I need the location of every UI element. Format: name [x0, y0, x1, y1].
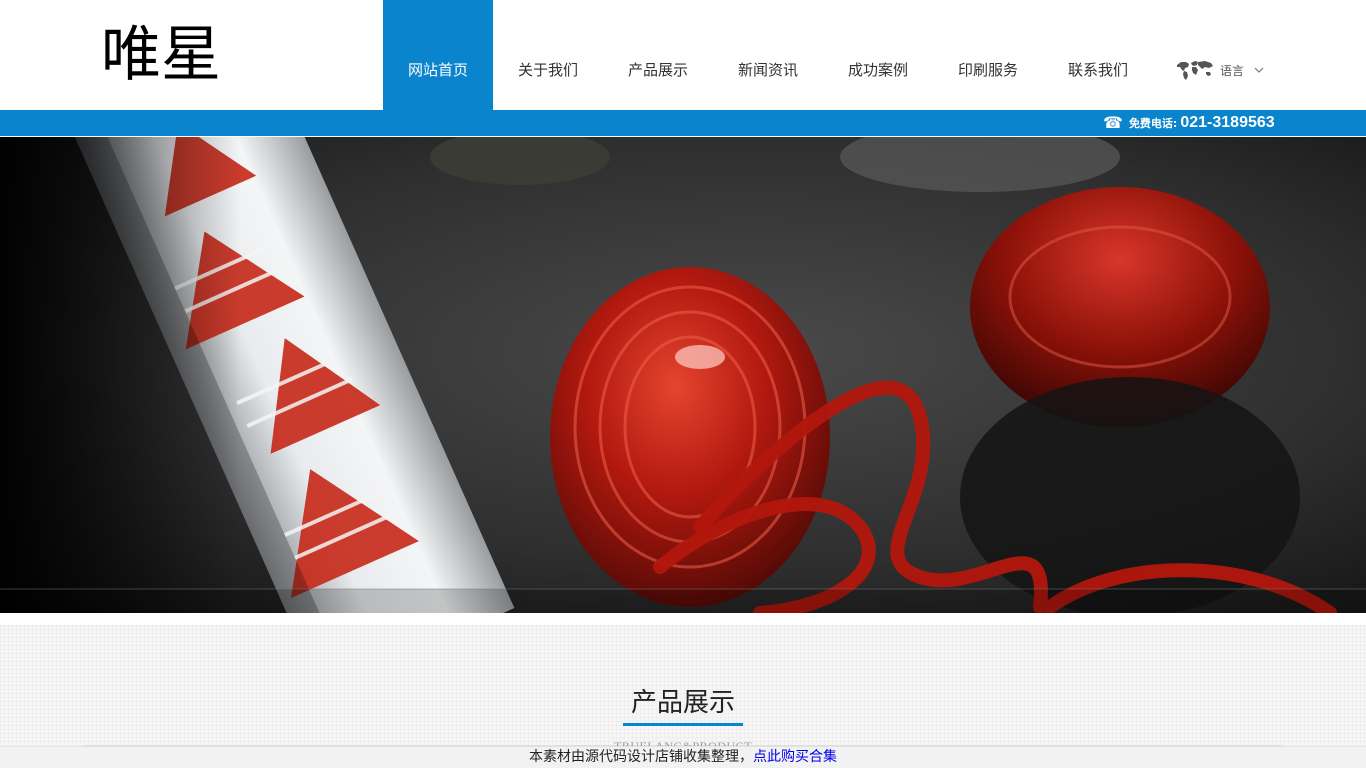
- phone-hotline: ☎ 免费电话: 021-3189563: [1103, 113, 1275, 133]
- phone-label: 免费电话:: [1128, 117, 1178, 130]
- products-section: 产品展示 TRUELANG&PRODUCT: [0, 613, 1366, 768]
- phone-number: 021-3189563: [1180, 114, 1275, 131]
- language-selector[interactable]: 语言: [1175, 58, 1264, 82]
- nav-item-label: 成功案例: [847, 61, 908, 79]
- site-logo[interactable]: 唯星: [101, 20, 221, 90]
- title-underline: [623, 723, 743, 726]
- nav-item-label: 关于我们: [517, 61, 578, 79]
- nav-item-about[interactable]: 关于我们: [493, 0, 603, 110]
- nav-item-label: 印刷服务: [957, 61, 1018, 79]
- nav-item-label: 联系我们: [1067, 61, 1128, 79]
- world-map-icon: [1177, 61, 1213, 80]
- promo-link[interactable]: 点此购买合集: [753, 749, 837, 765]
- hero-image: [0, 137, 1366, 613]
- section-title: 产品展示: [630, 688, 735, 718]
- nav-item-label: 网站首页: [407, 61, 468, 79]
- nav-item-home[interactable]: 网站首页: [383, 0, 493, 110]
- main-nav: 网站首页 关于我们 产品展示 新闻资讯 成功案例 印刷服务 联系我们: [383, 0, 1153, 110]
- nav-item-printing[interactable]: 印刷服务: [933, 0, 1043, 110]
- nav-item-label: 新闻资讯: [737, 61, 798, 79]
- section-divider: [0, 613, 1366, 625]
- site-header: 唯星 网站首页 关于我们 产品展示 新闻资讯 成功案例 印刷服务 联系我们 语言: [0, 0, 1366, 110]
- promo-bar: 本素材由源代码设计店铺收集整理，点此购买合集: [0, 746, 1366, 768]
- nav-item-contact[interactable]: 联系我们: [1043, 0, 1153, 110]
- hero-banner[interactable]: [0, 137, 1366, 613]
- chevron-down-icon: [1254, 67, 1264, 73]
- nav-item-label: 产品展示: [627, 61, 688, 79]
- nav-item-products[interactable]: 产品展示: [603, 0, 713, 110]
- nav-item-news[interactable]: 新闻资讯: [713, 0, 823, 110]
- phone-icon: ☎: [1103, 113, 1123, 132]
- nav-item-cases[interactable]: 成功案例: [823, 0, 933, 110]
- promo-text: 本素材由源代码设计店铺收集整理，: [529, 749, 753, 765]
- language-label: 语言: [1220, 63, 1245, 78]
